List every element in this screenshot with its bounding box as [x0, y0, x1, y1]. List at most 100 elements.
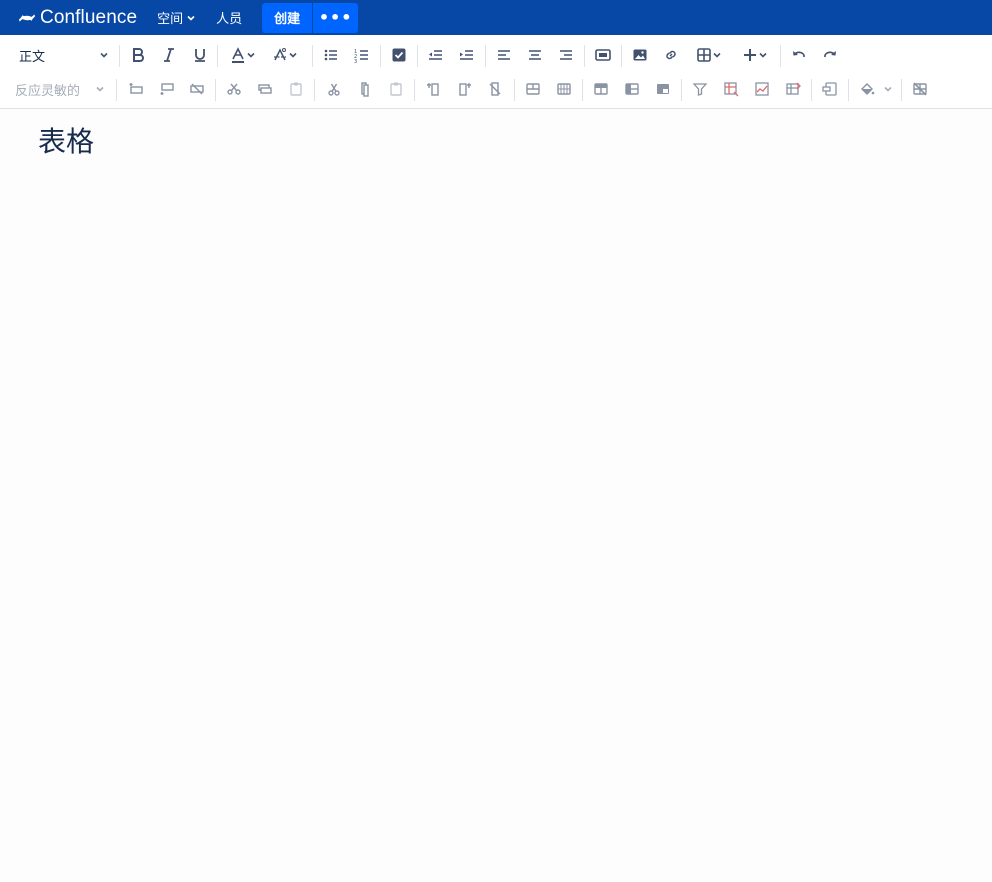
- align-center-button[interactable]: [525, 43, 545, 67]
- layout-icon: [595, 49, 611, 61]
- align-right-button[interactable]: [556, 43, 576, 67]
- italic-button[interactable]: [159, 43, 179, 67]
- spaces-menu[interactable]: 空间: [157, 3, 196, 33]
- chevron-down-icon: [884, 86, 892, 92]
- chart-from-table-button[interactable]: [752, 77, 772, 101]
- undo-button[interactable]: [789, 43, 809, 67]
- page-layout-button[interactable]: [592, 43, 614, 67]
- pivot-table-button[interactable]: [783, 77, 803, 101]
- toolbar-divider: [485, 45, 486, 67]
- align-center-icon: [529, 50, 541, 60]
- numbered-list-icon: 123: [354, 49, 368, 63]
- toolbar-divider: [901, 79, 902, 101]
- toolbar-divider: [414, 79, 415, 101]
- toolbar-divider: [116, 79, 117, 101]
- toolbar-divider: [584, 45, 585, 67]
- toolbar-divider: [681, 79, 682, 101]
- insert-more-button[interactable]: [737, 43, 773, 67]
- bullet-list-button[interactable]: [321, 43, 341, 67]
- cut-icon: [328, 83, 340, 96]
- align-left-button[interactable]: [494, 43, 514, 67]
- more-formatting-button[interactable]: [268, 43, 302, 67]
- remove-table-button[interactable]: [910, 77, 930, 101]
- people-link[interactable]: 人员: [216, 3, 242, 33]
- insert-column-before-button[interactable]: [424, 77, 444, 101]
- pivot-table-icon: [786, 82, 801, 95]
- paste-icon: [390, 82, 402, 96]
- table-width-select[interactable]: 反应灵敏的: [15, 77, 105, 101]
- split-cell-icon: [557, 83, 571, 95]
- checkbox-icon: [392, 48, 406, 62]
- cut-row-button[interactable]: [224, 77, 244, 101]
- top-navigation-bar: Confluence 空间 人员 创建 •••: [0, 0, 992, 35]
- italic-icon: [164, 48, 174, 62]
- insert-row-below-button[interactable]: [157, 77, 177, 101]
- paste-row-button[interactable]: [286, 77, 306, 101]
- link-icon: [666, 50, 676, 60]
- indent-button[interactable]: [456, 43, 476, 67]
- copy-row-button[interactable]: [255, 77, 275, 101]
- numbered-list-button[interactable]: 123: [352, 43, 372, 67]
- paint-bucket-icon: [861, 83, 875, 95]
- split-cell-button[interactable]: [554, 77, 574, 101]
- cut-column-button[interactable]: [324, 77, 344, 101]
- toolbar-row-table-tools: 反应灵敏的: [0, 72, 992, 106]
- copy-column-button[interactable]: [355, 77, 375, 101]
- task-list-button[interactable]: [389, 43, 409, 67]
- chevron-down-icon: [187, 15, 195, 21]
- bold-button[interactable]: [128, 43, 148, 67]
- toolbar-divider: [119, 45, 120, 67]
- header-cell-button[interactable]: [653, 77, 673, 101]
- header-row-button[interactable]: [591, 77, 611, 101]
- toolbar-row-formatting: 正文 123: [0, 38, 992, 72]
- table-transform-icon: [724, 82, 739, 97]
- insert-column-after-button[interactable]: [455, 77, 475, 101]
- delete-row-icon: [190, 83, 204, 95]
- chevron-down-icon: [96, 86, 104, 92]
- header-column-button[interactable]: [622, 77, 642, 101]
- delete-column-button[interactable]: [485, 77, 505, 101]
- delete-row-button[interactable]: [187, 77, 207, 101]
- row-above-icon: [129, 83, 143, 94]
- people-label: 人员: [216, 12, 243, 27]
- editor-toolbar: 正文 123 反应灵敏的: [0, 35, 992, 109]
- more-create-options-button[interactable]: •••: [312, 2, 359, 33]
- align-right-icon: [560, 50, 572, 60]
- cell-background-color-button[interactable]: [857, 77, 895, 101]
- confluence-logo[interactable]: Confluence: [18, 7, 137, 29]
- table-transformer-button[interactable]: [721, 77, 741, 101]
- redo-button[interactable]: [820, 43, 840, 67]
- merge-cells-button[interactable]: [523, 77, 543, 101]
- toolbar-divider: [780, 45, 781, 67]
- insert-image-button[interactable]: [630, 43, 650, 67]
- spaces-label: 空间: [157, 12, 184, 27]
- table-filter-button[interactable]: [690, 77, 710, 101]
- undo-icon: [793, 51, 805, 58]
- toolbar-divider: [621, 45, 622, 67]
- text-color-button[interactable]: [226, 43, 260, 67]
- header-cell-icon: [657, 84, 669, 94]
- indent-icon: [460, 50, 473, 60]
- toolbar-divider: [314, 79, 315, 101]
- header-column-icon: [625, 83, 639, 95]
- toolbar-divider: [217, 45, 218, 67]
- insert-row-above-button[interactable]: [126, 77, 146, 101]
- table-icon: [697, 48, 711, 62]
- copy-column-icon: [361, 82, 369, 97]
- insert-link-button[interactable]: [661, 43, 681, 67]
- column-before-icon: [427, 83, 439, 96]
- merge-cells-icon: [526, 83, 540, 95]
- confluence-logo-icon: [18, 13, 36, 22]
- outdent-button[interactable]: [425, 43, 445, 67]
- underline-button[interactable]: [190, 43, 210, 67]
- page-title[interactable]: 表格: [38, 120, 94, 160]
- image-icon: [633, 49, 647, 61]
- header-row-icon: [594, 83, 608, 95]
- paragraph-style-select[interactable]: 正文: [19, 43, 109, 67]
- paste-column-button[interactable]: [386, 77, 406, 101]
- insert-table-button[interactable]: [692, 43, 726, 67]
- table-excerpt-button[interactable]: [820, 77, 840, 101]
- filter-icon: [692, 83, 708, 96]
- create-button[interactable]: 创建: [262, 2, 313, 33]
- app-name: Confluence: [40, 6, 138, 28]
